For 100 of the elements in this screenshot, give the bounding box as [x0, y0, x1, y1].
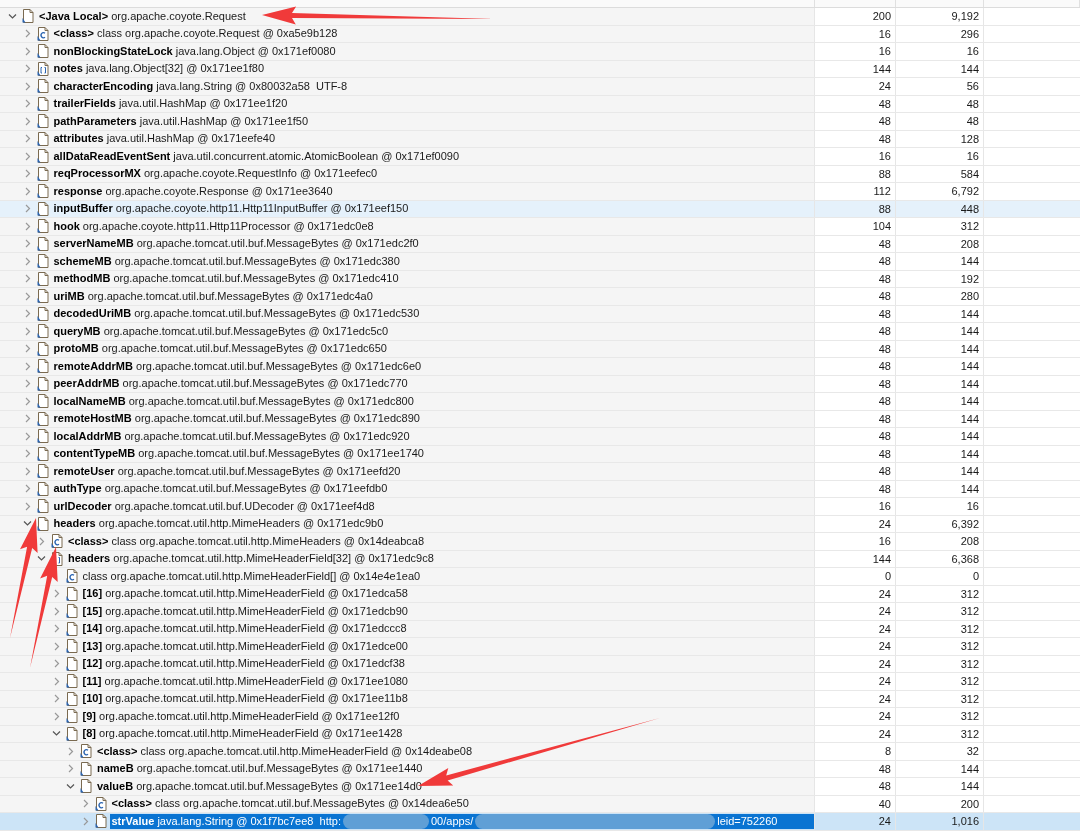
- shallow-heap-value: 0: [884, 570, 891, 583]
- shallow-heap-value: 48: [878, 377, 891, 390]
- collapse-chevron-icon[interactable]: [22, 519, 32, 529]
- file-icon: [65, 639, 78, 654]
- file-icon: [36, 306, 49, 321]
- file-icon: [36, 376, 49, 391]
- retained-heap-value: 312: [960, 675, 979, 688]
- collapse-chevron-icon[interactable]: [37, 554, 46, 564]
- retained-heap-value: 56: [966, 80, 979, 93]
- tree-item-label[interactable]: strValue java.lang.String @ 0x1f7bc7ee8 http:: [109, 813, 343, 829]
- retained-heap-value: 1,016: [951, 815, 979, 828]
- retained-heap-value: 48: [966, 115, 979, 128]
- selection-highlight[interactable]: strValue java.lang.String @ 0x1f7bc7ee8 http: 00/apps/ leid=752260: [109, 813, 814, 829]
- retained-heap-value: 144: [960, 255, 979, 268]
- shallow-heap-value: 48: [878, 307, 891, 320]
- retained-heap-value: 144: [960, 465, 979, 478]
- file-icon: [36, 411, 49, 426]
- retained-heap-value: 312: [960, 640, 979, 653]
- retained-heap-value: 144: [960, 482, 979, 495]
- file-icon: [36, 236, 49, 251]
- retained-heap-value: 16: [966, 150, 979, 163]
- file-icon: [36, 254, 49, 269]
- file-icon: [65, 709, 78, 724]
- file-icon: [36, 394, 49, 409]
- expand-chevron-icon[interactable]: [66, 764, 75, 774]
- retained-heap-value: 144: [960, 780, 979, 793]
- file-icon: [36, 446, 49, 461]
- shallow-heap-value: 48: [878, 780, 891, 793]
- file-icon: [36, 96, 49, 111]
- retained-heap-value: 144: [960, 307, 979, 320]
- retained-heap-value: 280: [960, 290, 979, 303]
- tree-item-label[interactable]: inputBuffer org.apache.coyote.http11.Http11InputBuffer @ 0x171eef150: [51, 201, 411, 217]
- shallow-heap-value: 48: [878, 360, 891, 373]
- retained-heap-value: 144: [960, 430, 979, 443]
- retained-heap-value: 312: [960, 220, 979, 233]
- retained-heap-value: 144: [960, 377, 979, 390]
- retained-heap-value: 6,392: [951, 517, 979, 530]
- retained-heap-value: 208: [960, 237, 979, 250]
- retained-heap-value: 32: [966, 745, 979, 758]
- retained-heap-value: 312: [960, 587, 979, 600]
- retained-heap-value: 144: [960, 412, 979, 425]
- collapse-chevron-icon[interactable]: [51, 729, 61, 739]
- shallow-heap-value: 104: [872, 220, 891, 233]
- retained-heap-value: 144: [960, 342, 979, 355]
- shallow-heap-value: 24: [878, 727, 891, 740]
- retained-heap-value: 144: [960, 447, 979, 460]
- file-icon: [36, 341, 49, 356]
- retained-heap-value: 312: [960, 692, 979, 705]
- file-icon: [94, 814, 107, 829]
- class-file-icon: [36, 26, 49, 41]
- shallow-heap-value: 48: [878, 482, 891, 495]
- class-file-icon: [65, 569, 78, 584]
- retained-heap-value: 144: [960, 360, 979, 373]
- shallow-heap-value: 16: [878, 150, 891, 163]
- shallow-heap-value: 48: [878, 465, 891, 478]
- expand-chevron-icon[interactable]: [66, 746, 75, 756]
- file-icon: [36, 481, 49, 496]
- shallow-heap-value: 88: [878, 167, 891, 180]
- retained-heap-value: 144: [960, 762, 979, 775]
- shallow-heap-value: 24: [878, 692, 891, 705]
- shallow-heap-value: 48: [878, 97, 891, 110]
- collapse-chevron-icon[interactable]: [66, 781, 75, 791]
- retained-heap-value: 144: [960, 62, 979, 75]
- array-file-icon: [36, 61, 49, 76]
- retained-heap-value: 16: [966, 500, 979, 513]
- file-icon: [65, 621, 78, 636]
- tree-row[interactable]: strValue java.lang.String @ 0x1f7bc7ee8 http: 00/apps/ leid=752260 24 1,016: [0, 813, 1080, 831]
- shallow-heap-value: 144: [872, 62, 891, 75]
- retained-heap-value: 312: [960, 605, 979, 618]
- file-icon: [65, 604, 78, 619]
- shallow-heap-value: 40: [878, 797, 891, 810]
- shallow-heap-value: 48: [878, 447, 891, 460]
- file-icon: [36, 429, 49, 444]
- shallow-heap-value: 24: [878, 587, 891, 600]
- shallow-heap-value: 24: [878, 80, 891, 93]
- file-icon: [36, 499, 49, 514]
- collapse-chevron-icon[interactable]: [8, 11, 17, 21]
- file-icon: [36, 79, 49, 94]
- shallow-heap-value: 16: [878, 500, 891, 513]
- retained-heap-value: 312: [960, 727, 979, 740]
- shallow-heap-value: 8: [884, 745, 891, 758]
- shallow-heap-value: 48: [878, 132, 891, 145]
- file-icon: [36, 114, 49, 129]
- shallow-heap-value: 24: [878, 710, 891, 723]
- file-icon: [36, 149, 49, 164]
- shallow-heap-value: 16: [878, 535, 891, 548]
- shallow-heap-value: 16: [878, 27, 891, 40]
- shallow-heap-value: 144: [872, 552, 891, 565]
- shallow-heap-value: 48: [878, 395, 891, 408]
- retained-heap-value: 144: [960, 395, 979, 408]
- tree-item-text: 00/apps/: [430, 813, 475, 829]
- file-icon: [65, 726, 78, 741]
- tree-item-text: leid=752260: [716, 813, 779, 829]
- shallow-heap-value: 24: [878, 622, 891, 635]
- shallow-heap-value: 24: [878, 657, 891, 670]
- retained-heap-value: 584: [960, 167, 979, 180]
- retained-heap-value: 0: [972, 570, 979, 583]
- class-file-icon: [51, 534, 63, 549]
- expand-chevron-icon[interactable]: [37, 536, 46, 546]
- shallow-heap-value: 24: [878, 517, 891, 530]
